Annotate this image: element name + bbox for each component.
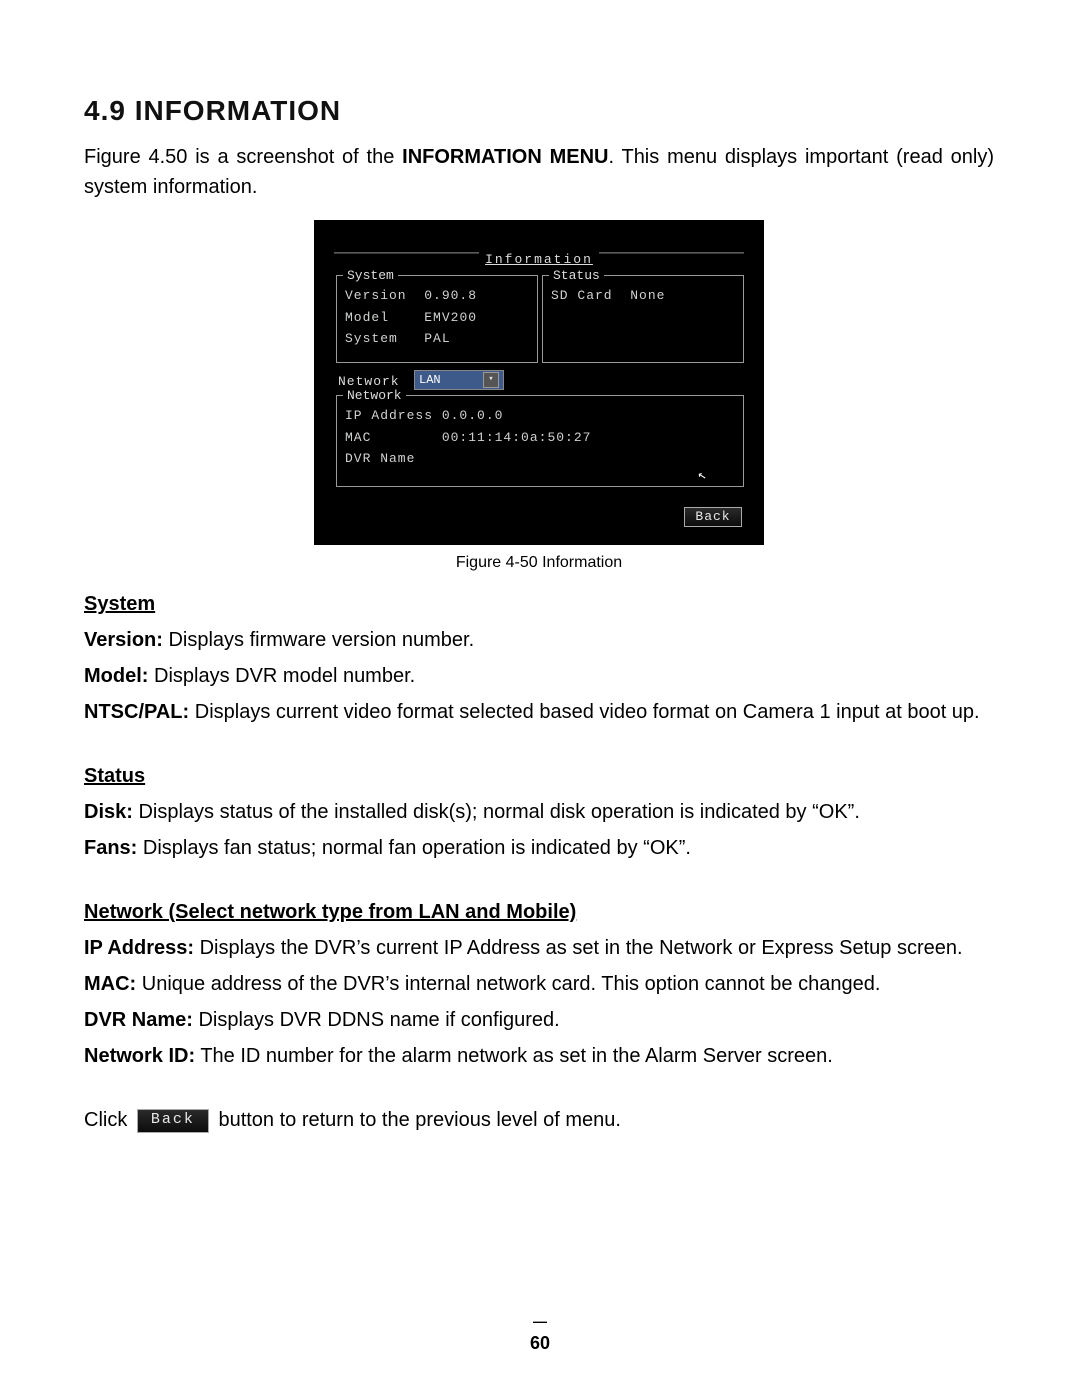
row-sdcard: SD Card None	[551, 286, 735, 306]
item-ip: IP Address: Displays the DVR’s current I…	[84, 933, 994, 963]
row-dvrname: DVR Name	[345, 449, 735, 469]
item-ntscpal: NTSC/PAL: Displays current video format …	[84, 697, 994, 727]
group-network: Network IP Address 0.0.0.0 MAC 00:11:14:…	[336, 395, 744, 487]
row-system: System PAL	[345, 329, 529, 349]
intro-pre: Figure 4.50 is a screenshot of the	[84, 146, 402, 168]
item-fans: Fans: Displays fan status; normal fan op…	[84, 833, 994, 863]
item-mac: MAC: Unique address of the DVR’s interna…	[84, 969, 994, 999]
section-heading: 4.9 INFORMATION	[84, 90, 994, 132]
row-model: Model EMV200	[345, 308, 529, 328]
network-select[interactable]: LAN ▾	[414, 370, 504, 390]
figure-caption: Figure 4-50 Information	[314, 551, 764, 575]
screenshot-information-menu: Information System Version 0.90.8 Model …	[314, 220, 764, 545]
item-model: Model: Displays DVR model number.	[84, 661, 994, 691]
group-status: Status SD Card None	[542, 275, 744, 363]
inline-back-button[interactable]: Back	[137, 1109, 209, 1133]
group-system: System Version 0.90.8 Model EMV200 Syste…	[336, 275, 538, 363]
item-version: Version: Displays firmware version numbe…	[84, 625, 994, 655]
click-back-sentence: Click Back button to return to the previ…	[84, 1105, 994, 1135]
item-dvrname: DVR Name: Displays DVR DDNS name if conf…	[84, 1005, 994, 1035]
page-number: — 60	[0, 1311, 1080, 1357]
subhead-network: Network (Select network type from LAN an…	[84, 901, 576, 923]
legend-status: Status	[549, 266, 604, 286]
subhead-status: Status	[84, 765, 145, 787]
back-button[interactable]: Back	[684, 507, 742, 527]
legend-network: Network	[343, 386, 406, 406]
item-networkid: Network ID: The ID number for the alarm …	[84, 1041, 994, 1071]
row-version: Version 0.90.8	[345, 286, 529, 306]
subhead-system: System	[84, 593, 155, 615]
legend-system: System	[343, 266, 398, 286]
network-select-value: LAN	[419, 371, 441, 389]
intro-paragraph: Figure 4.50 is a screenshot of the INFOR…	[84, 142, 994, 202]
intro-bold: INFORMATION MENU	[402, 146, 608, 168]
row-mac: MAC 00:11:14:0a:50:27	[345, 428, 735, 448]
row-ip: IP Address 0.0.0.0	[345, 406, 735, 426]
item-disk: Disk: Displays status of the installed d…	[84, 797, 994, 827]
chevron-down-icon: ▾	[483, 372, 499, 388]
